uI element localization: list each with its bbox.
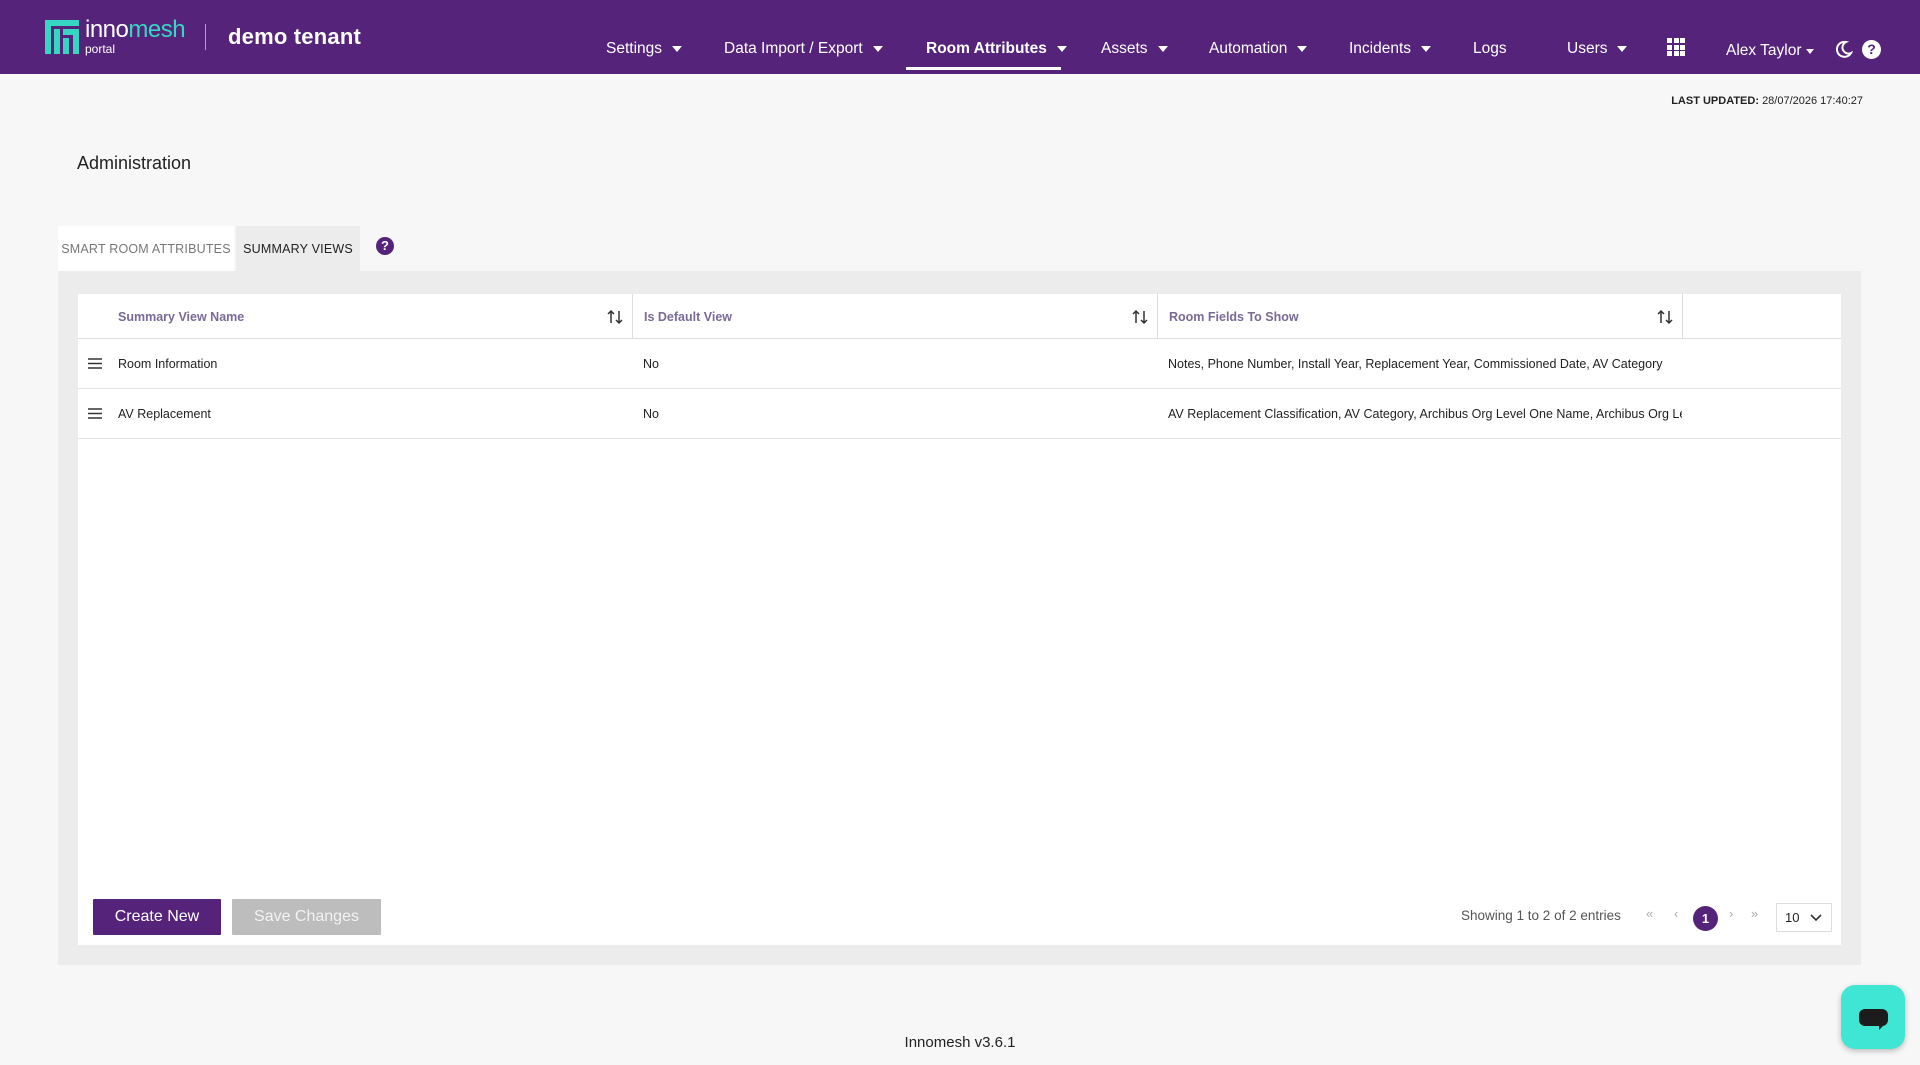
column-header-room-fields-to-show[interactable]: Room Fields To Show	[1158, 294, 1683, 339]
header-divider	[205, 24, 206, 50]
top-navigation-bar: innomesh portal demo tenant Settings Dat…	[0, 0, 1920, 74]
active-nav-indicator	[906, 67, 1061, 70]
table-row[interactable]: AV Replacement No AV Replacement Classif…	[78, 389, 1841, 439]
table-header: Summary View Name Is Default View Room F…	[78, 294, 1841, 339]
page-size-select[interactable]: 10	[1776, 903, 1832, 932]
chevron-down-icon	[1805, 48, 1814, 54]
nav-logs[interactable]: Logs	[1473, 38, 1507, 60]
nav-automation[interactable]: Automation	[1209, 38, 1308, 60]
tab-summary-views[interactable]: Summary Views	[236, 226, 360, 271]
previous-page-icon[interactable]: ‹	[1674, 906, 1678, 921]
table-row[interactable]: Room Information No Notes, Phone Number,…	[78, 339, 1841, 389]
last-page-icon[interactable]: »	[1751, 906, 1758, 921]
save-changes-button[interactable]: Save Changes	[232, 899, 381, 935]
nav-users[interactable]: Users	[1567, 38, 1628, 60]
tenant-name: demo tenant	[228, 24, 361, 49]
app-version: Innomesh v3.6.1	[904, 1034, 1016, 1051]
user-name: Alex Taylor	[1726, 42, 1802, 59]
current-page[interactable]: 1	[1693, 906, 1718, 931]
sort-icon[interactable]	[606, 308, 624, 326]
help-icon[interactable]: ?	[376, 237, 394, 255]
drag-handle-icon[interactable]	[88, 358, 102, 369]
dark-mode-moon-icon[interactable]	[1835, 40, 1853, 58]
create-new-button[interactable]: Create New	[93, 899, 221, 935]
chevron-down-icon	[1056, 46, 1067, 52]
is-default-view: No	[643, 356, 659, 371]
chevron-down-icon	[1157, 46, 1168, 52]
sort-icon[interactable]	[1131, 308, 1149, 326]
last-updated: LAST UPDATED: 28/07/2026 17:40:27	[1671, 95, 1863, 107]
chevron-down-icon	[1810, 914, 1822, 922]
summary-view-name: Room Information	[118, 356, 218, 371]
sort-icon[interactable]	[1656, 308, 1674, 326]
chevron-down-icon	[672, 46, 683, 52]
drag-handle-icon[interactable]	[88, 408, 102, 419]
innomesh-logo-mark-icon	[45, 19, 79, 54]
chevron-down-icon	[872, 46, 883, 52]
chat-launcher-button[interactable]	[1841, 985, 1905, 1049]
summary-view-name: AV Replacement	[118, 406, 211, 421]
help-icon[interactable]: ?	[1862, 40, 1881, 59]
tab-smart-room-attributes[interactable]: Smart Room Attributes	[58, 226, 234, 271]
next-page-icon[interactable]: ›	[1729, 906, 1733, 921]
nav-room-attributes[interactable]: Room Attributes	[926, 38, 1067, 60]
first-page-icon[interactable]: «	[1646, 906, 1653, 921]
user-menu[interactable]: Alex Taylor	[1726, 42, 1814, 60]
room-fields-to-show: Notes, Phone Number, Install Year, Repla…	[1168, 356, 1663, 371]
column-header-is-default-view[interactable]: Is Default View	[633, 294, 1158, 339]
pagination-summary: Showing 1 to 2 of 2 entries	[1461, 908, 1621, 923]
apps-grid-icon[interactable]	[1667, 38, 1685, 56]
chevron-down-icon	[1421, 46, 1432, 52]
page-title: Administration	[77, 153, 192, 173]
summary-views-card: Summary View Name Is Default View Room F…	[78, 294, 1841, 945]
room-fields-to-show: AV Replacement Classification, AV Catego…	[1168, 406, 1682, 421]
nav-assets[interactable]: Assets	[1101, 38, 1168, 60]
column-header-summary-view-name[interactable]: Summary View Name	[78, 294, 633, 339]
innomesh-logo[interactable]: innomesh portal	[45, 16, 186, 56]
nav-data-import-export[interactable]: Data Import / Export	[724, 38, 883, 60]
brand-subtitle: portal	[85, 42, 116, 56]
is-default-view: No	[643, 406, 659, 421]
nav-settings[interactable]: Settings	[606, 38, 683, 60]
page-size-value: 10	[1785, 910, 1800, 925]
chevron-down-icon	[1617, 46, 1628, 52]
nav-incidents[interactable]: Incidents	[1349, 38, 1432, 60]
brand-name: innomesh	[85, 16, 186, 43]
chevron-down-icon	[1297, 46, 1308, 52]
